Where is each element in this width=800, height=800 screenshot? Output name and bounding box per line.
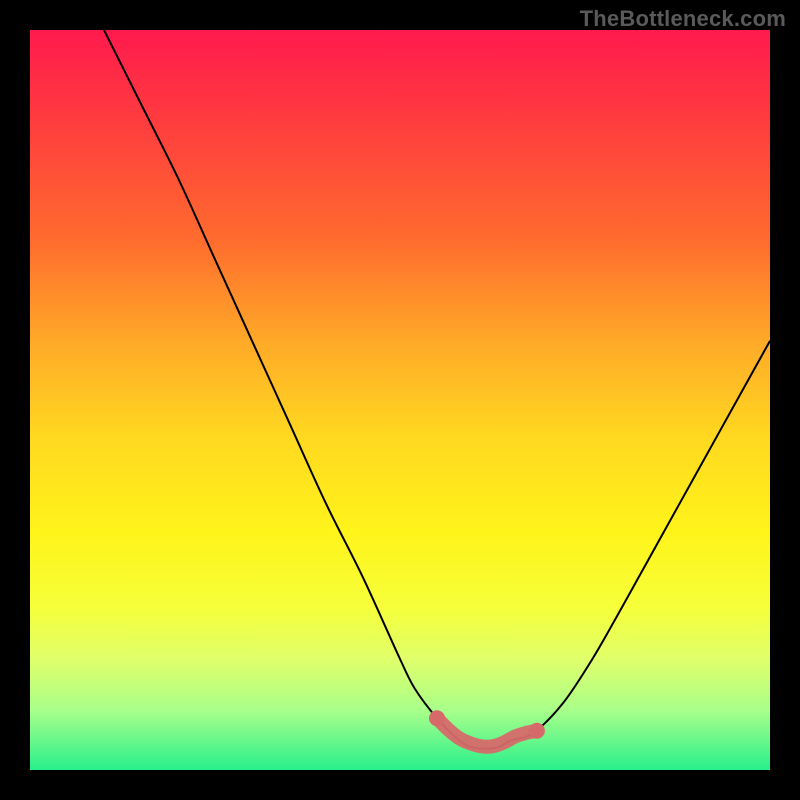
highlight-minimum: [437, 718, 537, 747]
plot-area: [30, 30, 770, 770]
chart-frame: TheBottleneck.com: [0, 0, 800, 800]
highlight-endpoint: [529, 723, 545, 739]
chart-svg: [30, 30, 770, 770]
highlight-endpoint: [429, 710, 445, 726]
bottleneck-curve: [104, 30, 770, 749]
attribution-text: TheBottleneck.com: [580, 6, 786, 32]
